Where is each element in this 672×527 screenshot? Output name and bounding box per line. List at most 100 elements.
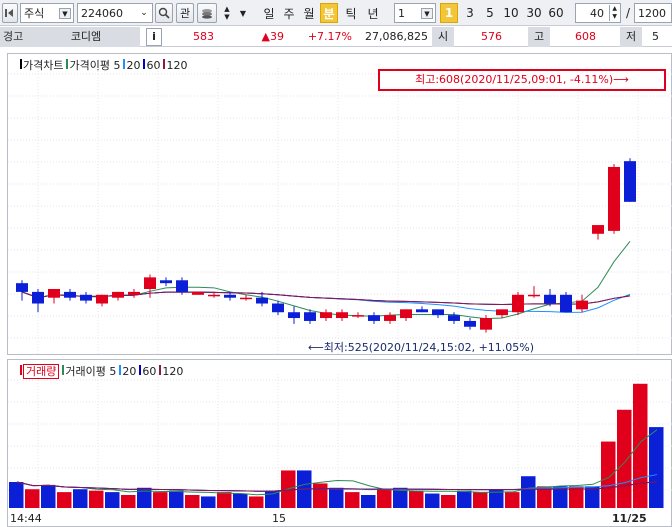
candle-body: [48, 288, 60, 298]
price-panel: 가격차트 가격이평 5 20 60 120 최고:608(2020/11/25,09:0…: [7, 53, 672, 356]
interval-select[interactable]: 1 ▼: [394, 3, 436, 23]
info-button[interactable]: i: [146, 28, 162, 46]
candle-body: [208, 294, 220, 297]
low-price: 5: [652, 30, 659, 43]
volume-bar: [89, 490, 104, 508]
candle-body: [336, 312, 348, 319]
recent-button[interactable]: [197, 3, 217, 23]
candle-body: [608, 166, 620, 231]
period-tab[interactable]: 월: [300, 3, 318, 23]
volume-bar: [361, 495, 376, 508]
low-label: 저: [620, 27, 642, 47]
candle-body: [480, 318, 492, 330]
candle-body: [544, 294, 556, 304]
period-tab[interactable]: 일: [260, 3, 278, 23]
candle-body: [368, 315, 380, 321]
arrow-up-icon[interactable]: ▲: [224, 5, 229, 13]
price-chart[interactable]: [8, 54, 672, 356]
volume-bar: [569, 486, 584, 508]
view-count-stepper[interactable]: ▲ ▼: [609, 5, 619, 21]
market-select[interactable]: 주식 ▼: [20, 3, 74, 23]
view-count-value: 40: [590, 6, 604, 20]
high-callout: 최고:608(2020/11/25,09:01, -4.11%)⟶: [378, 69, 666, 91]
candle-body: [448, 315, 460, 321]
volume-bar: [585, 486, 600, 508]
watch-label: 관: [179, 7, 191, 20]
candle-body: [400, 309, 412, 319]
quick-interval-button[interactable]: 30: [524, 3, 544, 23]
search-button[interactable]: [155, 3, 173, 23]
candle-body: [80, 294, 92, 301]
high-price: 608: [575, 30, 596, 43]
candle-body: [512, 294, 524, 313]
candle-body: [224, 294, 236, 298]
open-label: 시: [432, 27, 454, 47]
quick-interval-button[interactable]: 1: [440, 3, 458, 23]
volume-bar: [25, 489, 40, 508]
x-label-mid: 15: [272, 512, 286, 525]
volume-bar: [9, 482, 24, 508]
quick-interval-button[interactable]: 5: [481, 3, 499, 23]
candle-body: [592, 225, 604, 234]
warning-badge: 경고: [0, 27, 32, 47]
dock-icon[interactable]: [2, 3, 18, 23]
watch-button[interactable]: 관: [176, 3, 194, 23]
quick-interval-button[interactable]: 60: [546, 3, 566, 23]
candle-body: [384, 315, 396, 321]
total-count-input[interactable]: 1200: [634, 3, 672, 23]
volume-bar: [57, 492, 72, 508]
toolbar: 주식 ▼ 224060 ⌄ 관 ▲ ▼ ▼ 일주월분틱년 1 ▼ 1 3 5 10 30…: [0, 0, 672, 26]
candle-body: [176, 280, 188, 292]
chevron-down-icon[interactable]: ⌄: [138, 8, 150, 19]
volume-bar: [633, 383, 648, 508]
view-count-input[interactable]: 40 ▲ ▼: [575, 3, 621, 23]
candle-body: [416, 309, 428, 313]
volume-bar: [505, 492, 520, 508]
volume-bar: [185, 495, 200, 508]
candle-body: [112, 291, 124, 298]
volume-bar: [121, 495, 136, 508]
chevron-down-icon[interactable]: ▼: [59, 8, 71, 19]
volume-bar: [425, 493, 440, 508]
candle-body: [256, 297, 268, 304]
quick-interval-button[interactable]: 3: [461, 3, 479, 23]
low-annotation: ⟵최저:525(2020/11/24,15:02, +11.05%): [308, 341, 535, 354]
volume-bar: [601, 441, 616, 508]
total-count-value: 1200: [638, 6, 666, 20]
interval-select-value: 1: [398, 6, 405, 20]
candle-body: [320, 312, 332, 319]
volume-bar: [73, 489, 88, 508]
price-change-pct: +7.17%: [307, 30, 352, 43]
period-tab[interactable]: 분: [320, 3, 338, 23]
candle-body: [288, 312, 300, 319]
volume-bar: [153, 492, 168, 508]
candle-body: [432, 309, 444, 316]
chevron-down-icon[interactable]: ▼: [237, 3, 249, 23]
arrow-down-icon[interactable]: ▼: [610, 13, 619, 21]
high-label: 고: [528, 27, 550, 47]
period-tab[interactable]: 년: [364, 3, 382, 23]
candle-body: [528, 294, 540, 297]
candle-body: [128, 291, 140, 295]
total-volume: 27,086,825: [365, 30, 428, 43]
code-input-value: 224060: [81, 6, 123, 20]
volume-bar: [441, 495, 456, 508]
arrow-down-icon[interactable]: ▼: [224, 13, 229, 21]
slash-separator: /: [625, 6, 631, 20]
code-stepper[interactable]: ▲ ▼: [219, 3, 235, 23]
volume-panel: 거래량 거래이평 5 20 60 120 14:44 15 11/25: [7, 359, 672, 527]
period-tab[interactable]: 틱: [342, 3, 360, 23]
code-input[interactable]: 224060 ⌄: [77, 3, 153, 23]
candle-body: [240, 297, 252, 300]
ma-line-5: [21, 241, 631, 320]
period-tab[interactable]: 주: [280, 3, 298, 23]
volume-bar: [201, 496, 216, 508]
quick-interval-button[interactable]: 10: [501, 3, 521, 23]
volume-chart[interactable]: [8, 360, 672, 527]
x-label-start: 14:44: [10, 512, 42, 525]
chevron-down-icon[interactable]: ▼: [421, 8, 433, 19]
arrow-up-icon[interactable]: ▲: [610, 5, 619, 13]
current-price: 583: [193, 30, 214, 43]
volume-bar: [105, 492, 120, 508]
volume-bar: [329, 487, 344, 508]
